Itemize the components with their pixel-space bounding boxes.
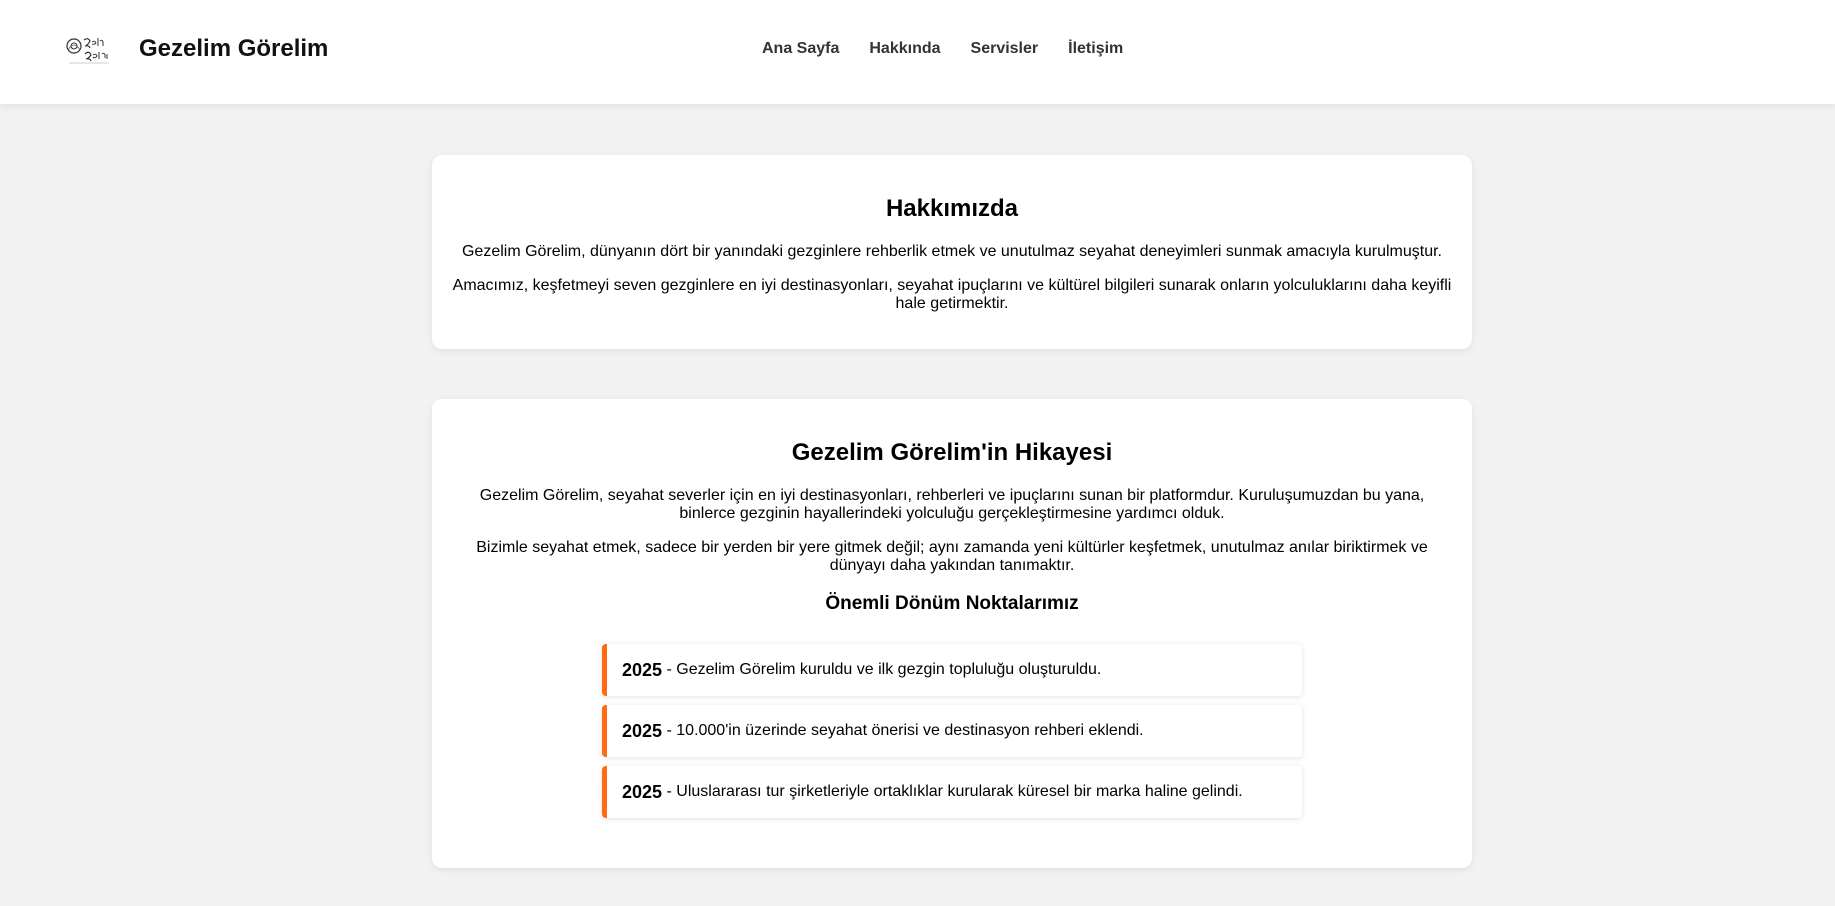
main-nav: Ana Sayfa Hakkında Servisler İletişim bbox=[762, 40, 1123, 58]
story-title: Gezelim Görelim'in Hikayesi bbox=[791, 439, 1113, 466]
about-paragraph: Amacımız, keşfetmeyi seven gezginlere en… bbox=[452, 277, 1452, 312]
nav-link-contact[interactable]: İletişim bbox=[1068, 40, 1123, 58]
milestone-text: - 10.000'in üzerinde seyahat önerisi ve … bbox=[662, 722, 1144, 739]
about-card: Hakkımızda Gezelim Görelim, dünyanın dör… bbox=[432, 155, 1472, 349]
gezelim-gorelim-logo-icon[interactable] bbox=[64, 32, 114, 66]
milestone-year: 2025 bbox=[622, 781, 663, 802]
milestone-item: 2025 - 10.000'in üzerinde seyahat öneris… bbox=[602, 705, 1302, 757]
milestones-title: Önemli Dönüm Noktalarımız bbox=[825, 593, 1079, 614]
story-paragraph: Gezelim Görelim, seyahat severler için e… bbox=[479, 487, 1425, 522]
site-header: Gezelim Görelim Ana Sayfa Hakkında Servi… bbox=[0, 0, 1835, 104]
nav-link-about[interactable]: Hakkında bbox=[869, 40, 940, 58]
milestone-item: 2025 - Uluslararası tur şirketleriyle or… bbox=[602, 766, 1302, 818]
milestone-year: 2025 bbox=[622, 720, 663, 741]
about-title: Hakkımızda bbox=[885, 195, 1019, 222]
site-title[interactable]: Gezelim Görelim bbox=[139, 35, 328, 63]
story-card: Gezelim Görelim'in Hikayesi Gezelim Göre… bbox=[432, 399, 1472, 868]
about-paragraph: Gezelim Görelim, dünyanın dört bir yanın… bbox=[461, 243, 1442, 260]
nav-link-services[interactable]: Servisler bbox=[971, 40, 1039, 58]
milestone-text: - Uluslararası tur şirketleriyle ortaklı… bbox=[662, 783, 1243, 800]
milestone-year: 2025 bbox=[622, 659, 663, 680]
milestone-item: 2025 - Gezelim Görelim kuruldu ve ilk ge… bbox=[602, 644, 1302, 696]
story-paragraph: Bizimle seyahat etmek, sadece bir yerden… bbox=[476, 539, 1428, 574]
milestone-text: - Gezelim Görelim kuruldu ve ilk gezgin … bbox=[662, 661, 1102, 678]
nav-link-home[interactable]: Ana Sayfa bbox=[762, 40, 839, 58]
milestones-list: 2025 - Gezelim Görelim kuruldu ve ilk ge… bbox=[602, 644, 1304, 827]
